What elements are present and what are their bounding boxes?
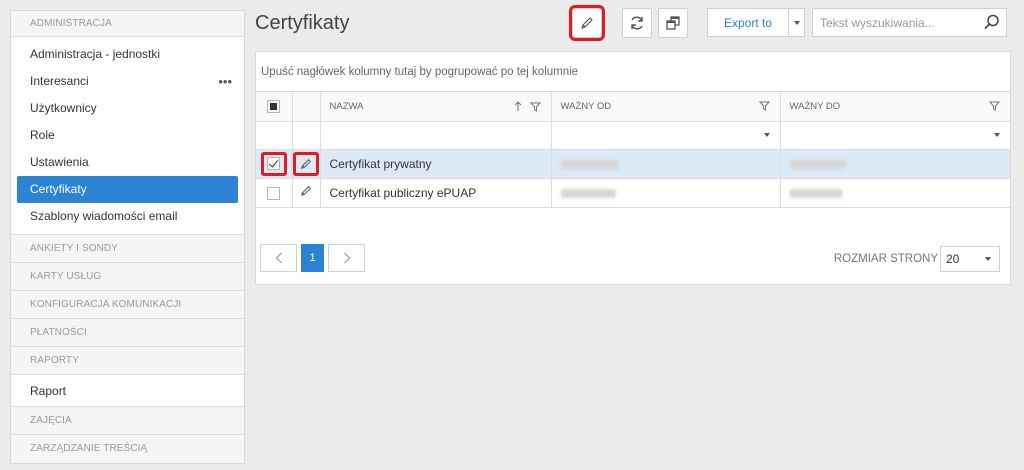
column-label: WAŻNY DO bbox=[789, 100, 841, 112]
filter-cell bbox=[256, 121, 293, 150]
restore-window-icon bbox=[666, 16, 680, 30]
section-raporty[interactable]: RAPORTY bbox=[11, 347, 244, 375]
select-all-checkbox[interactable] bbox=[267, 99, 281, 113]
sidebar-item-label: Szablony wiadomości email bbox=[30, 209, 178, 223]
search-input[interactable] bbox=[813, 9, 978, 36]
sidebar-item-uzytkownicy[interactable]: Użytkownicy bbox=[17, 95, 238, 122]
edit-button[interactable] bbox=[569, 5, 605, 41]
row-select-cell bbox=[256, 178, 293, 208]
pencil-icon[interactable] bbox=[300, 158, 312, 170]
column-header-nazwa[interactable]: NAZWA bbox=[320, 92, 552, 122]
pencil-icon bbox=[581, 17, 593, 29]
sidebar-item-szablony[interactable]: Szablony wiadomości email bbox=[17, 203, 238, 230]
redacted-value bbox=[789, 159, 846, 169]
filter-wazny-do[interactable] bbox=[780, 121, 1010, 150]
section-zajecia[interactable]: ZAJĘCIA bbox=[11, 407, 244, 435]
sidebar-item-label: Ustawienia bbox=[30, 155, 89, 169]
export-button[interactable]: Export to bbox=[707, 8, 789, 37]
sort-ascending-icon[interactable] bbox=[514, 101, 522, 112]
section-konfiguracja[interactable]: KONFIGURACJA KOMUNIKACJI bbox=[11, 291, 244, 319]
export-dropdown-toggle[interactable] bbox=[788, 8, 805, 37]
row-checkbox[interactable] bbox=[267, 186, 281, 200]
sidebar-item-interesanci[interactable]: Interesanci ••• bbox=[17, 68, 238, 95]
caret-down-icon[interactable] bbox=[994, 132, 1000, 137]
row-edit-cell bbox=[292, 178, 321, 208]
table-row[interactable]: Certyfikat prywatny bbox=[256, 149, 1010, 179]
certificates-table: NAZWA WAŻNY OD WAŻNY DO Certyfikat prywa… bbox=[256, 92, 1010, 208]
header-row: NAZWA WAŻNY OD WAŻNY DO bbox=[256, 92, 1010, 122]
admin-submenu: Administracja - jednostki Interesanci •••… bbox=[11, 37, 244, 235]
more-options-icon[interactable]: ••• bbox=[218, 68, 232, 95]
filter-icon[interactable] bbox=[989, 101, 1000, 111]
chevron-left-icon bbox=[275, 252, 282, 264]
caret-down-icon[interactable] bbox=[763, 132, 770, 137]
search-box bbox=[812, 8, 1007, 37]
sidebar: ADMINISTRACJA Administracja - jednostki … bbox=[10, 10, 245, 464]
pager: 1 bbox=[260, 244, 365, 272]
select-all-cell bbox=[256, 92, 293, 122]
edit-column-header bbox=[292, 92, 321, 122]
section-ankiety[interactable]: ANKIETY I SONDY bbox=[11, 235, 244, 263]
sidebar-item-label: Użytkownicy bbox=[30, 101, 97, 115]
filter-wazny-od[interactable] bbox=[551, 121, 781, 150]
cell-wazny-od bbox=[551, 178, 781, 208]
filter-icon[interactable] bbox=[758, 101, 770, 111]
table-row[interactable]: Certyfikat publiczny ePUAP bbox=[256, 178, 1010, 208]
sidebar-item-administracja-jednostki[interactable]: Administracja - jednostki bbox=[17, 41, 238, 68]
certificates-grid: Upuść nagłówek kolumny tutaj by pogrupow… bbox=[255, 51, 1011, 285]
sidebar-item-label: Administracja - jednostki bbox=[30, 47, 161, 61]
page-title: Certyfikaty bbox=[255, 12, 350, 34]
filter-row bbox=[256, 121, 1010, 150]
cell-nazwa: Certyfikat publiczny ePUAP bbox=[320, 178, 552, 208]
sidebar-item-certyfikaty[interactable]: Certyfikaty bbox=[17, 176, 238, 203]
sidebar-item-ustawienia[interactable]: Ustawienia bbox=[17, 149, 238, 176]
sidebar-item-role[interactable]: Role bbox=[17, 122, 238, 149]
pencil-icon[interactable] bbox=[300, 185, 312, 197]
sidebar-item-label: Interesanci bbox=[30, 74, 89, 88]
page-size-value: 20 bbox=[946, 252, 960, 266]
search-icon[interactable] bbox=[984, 14, 1000, 30]
sidebar-item-raport[interactable]: Raport bbox=[11, 375, 244, 407]
caret-down-icon bbox=[985, 257, 991, 261]
section-platnosci[interactable]: PŁATNOŚCI bbox=[11, 319, 244, 347]
row-edit-highlight bbox=[293, 151, 319, 176]
section-zarzadzanie[interactable]: ZARZĄDZANIE TREŚCIĄ bbox=[11, 435, 244, 463]
sidebar-item-label: Role bbox=[30, 128, 55, 142]
redacted-value bbox=[789, 188, 842, 198]
column-header-wazny-od[interactable]: WAŻNY OD bbox=[551, 92, 781, 122]
page-size-select[interactable]: 20 bbox=[940, 246, 1000, 272]
cell-wazny-do bbox=[780, 149, 1010, 179]
section-karty-uslug[interactable]: KARTY USŁUG bbox=[11, 263, 244, 291]
redacted-value bbox=[560, 159, 619, 169]
caret-down-icon bbox=[793, 20, 800, 25]
row-checkbox[interactable] bbox=[267, 157, 281, 170]
restore-window-button[interactable] bbox=[658, 8, 688, 38]
next-page-button[interactable] bbox=[328, 244, 365, 272]
row-edit-cell bbox=[292, 149, 321, 179]
filter-cell bbox=[292, 121, 321, 150]
column-header-wazny-do[interactable]: WAŻNY DO bbox=[780, 92, 1010, 122]
page-size-label: ROZMIAR STRONY bbox=[833, 253, 938, 265]
column-label: WAŻNY OD bbox=[560, 100, 612, 112]
chevron-right-icon bbox=[343, 252, 350, 264]
row-checkbox-highlight bbox=[260, 151, 287, 176]
cell-wazny-do bbox=[780, 178, 1010, 208]
column-label: NAZWA bbox=[329, 100, 364, 112]
page-number-button[interactable]: 1 bbox=[301, 244, 324, 272]
section-administracja[interactable]: ADMINISTRACJA bbox=[11, 11, 244, 37]
refresh-button[interactable] bbox=[622, 8, 652, 38]
refresh-icon bbox=[631, 16, 643, 30]
row-select-cell bbox=[256, 149, 293, 179]
prev-page-button[interactable] bbox=[260, 244, 297, 272]
redacted-value bbox=[560, 188, 616, 198]
filter-nazwa[interactable] bbox=[320, 121, 552, 150]
cell-wazny-od bbox=[551, 149, 781, 179]
group-panel[interactable]: Upuść nagłówek kolumny tutaj by pogrupow… bbox=[256, 52, 1010, 92]
sidebar-item-label: Certyfikaty bbox=[30, 182, 87, 196]
filter-icon[interactable] bbox=[529, 102, 541, 112]
cell-nazwa: Certyfikat prywatny bbox=[320, 149, 552, 179]
